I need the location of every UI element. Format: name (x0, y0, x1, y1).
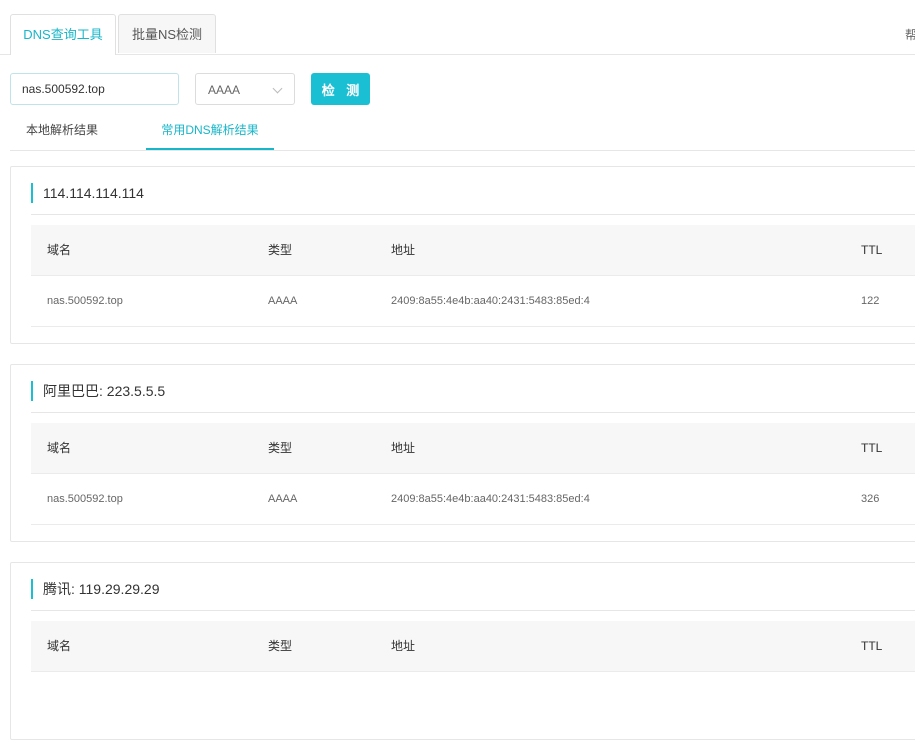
domain-input[interactable] (10, 73, 179, 105)
tab-batch-ns-check[interactable]: 批量NS检测 (118, 14, 216, 53)
dns-server-title: 腾讯: 119.29.29.29 (31, 579, 159, 599)
dns-server-panel: 腾讯: 119.29.29.29 域名 类型 地址 TTL (10, 562, 915, 740)
divider (31, 412, 915, 413)
cell-address: 2409:8a55:4e4b:aa40:2431:5483:85ed:4 (391, 295, 590, 307)
dns-server-panel: 114.114.114.114 域名 类型 地址 TTL nas.500592.… (10, 166, 915, 344)
column-header-ttl: TTL (861, 441, 883, 455)
dns-server-title: 114.114.114.114 (31, 183, 144, 203)
table-row: nas.500592.top AAAA 2409:8a55:4e4b:aa40:… (31, 474, 915, 525)
column-header-type: 类型 (268, 639, 293, 653)
tab-common-dns-results[interactable]: 常用DNS解析结果 (146, 112, 274, 150)
table-header: 域名 类型 地址 TTL (31, 225, 915, 276)
dns-server-panel: 阿里巴巴: 223.5.5.5 域名 类型 地址 TTL nas.500592.… (10, 364, 915, 542)
table-header: 域名 类型 地址 TTL (31, 423, 915, 474)
table-row: nas.500592.top AAAA 2409:8a55:4e4b:aa40:… (31, 276, 915, 327)
column-header-domain: 域名 (47, 243, 72, 257)
cell-domain: nas.500592.top (47, 295, 123, 307)
divider (31, 214, 915, 215)
cell-type: AAAA (268, 493, 298, 505)
column-header-address: 地址 (391, 441, 416, 455)
table-header: 域名 类型 地址 TTL (31, 621, 915, 672)
column-header-address: 地址 (391, 639, 416, 653)
dns-server-title: 阿里巴巴: 223.5.5.5 (31, 381, 165, 401)
record-type-select[interactable]: AAAA (195, 73, 295, 105)
cell-ttl: 122 (861, 295, 880, 307)
tab-local-results[interactable]: 本地解析结果 (10, 112, 114, 150)
column-header-domain: 域名 (47, 441, 72, 455)
column-header-type: 类型 (268, 441, 293, 455)
result-tab-bar: 本地解析结果 常用DNS解析结果 (10, 112, 915, 151)
divider (31, 610, 915, 611)
cell-domain: nas.500592.top (47, 493, 123, 505)
column-header-ttl: TTL (861, 243, 883, 257)
cell-type: AAAA (268, 295, 298, 307)
tab-dns-query-tool[interactable]: DNS查询工具 (10, 14, 116, 55)
cell-ttl: 326 (861, 493, 880, 505)
cell-address: 2409:8a55:4e4b:aa40:2431:5483:85ed:4 (391, 493, 590, 505)
check-button[interactable]: 检 测 (311, 73, 370, 105)
record-type-value: AAAA (208, 83, 241, 97)
column-header-ttl: TTL (861, 639, 883, 653)
help-link[interactable]: 帮 (905, 26, 915, 43)
column-header-type: 类型 (268, 243, 293, 257)
column-header-address: 地址 (391, 243, 416, 257)
chevron-down-icon (272, 83, 283, 94)
column-header-domain: 域名 (47, 639, 72, 653)
top-tab-bar: DNS查询工具 批量NS检测 帮 (0, 0, 915, 55)
